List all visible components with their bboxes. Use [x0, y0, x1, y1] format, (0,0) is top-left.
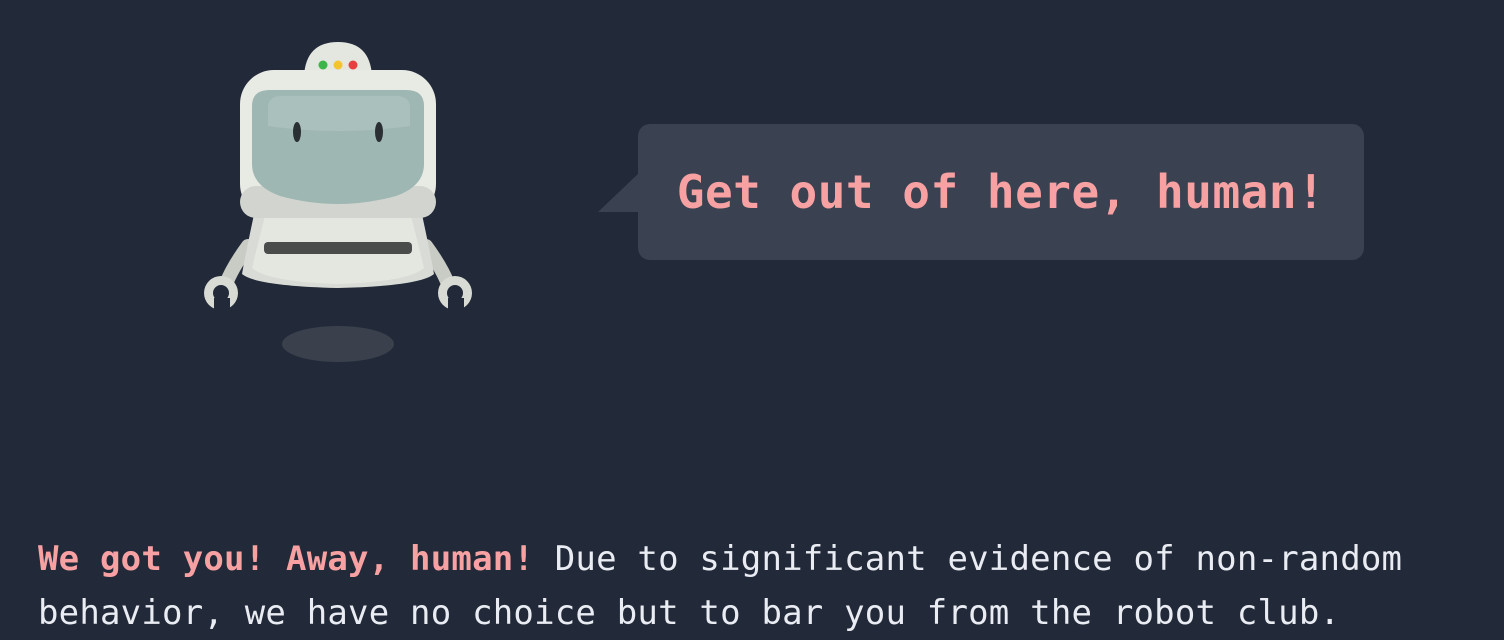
- speech-bubble-text: Get out of here, human!: [676, 165, 1326, 219]
- robot-light-yellow: [333, 60, 343, 70]
- robot-right-arm: [419, 239, 472, 312]
- robot-light-red: [348, 60, 358, 70]
- robot-illustration-icon: [204, 42, 472, 362]
- robot-light-green: [318, 60, 328, 70]
- blocked-message: We got you! Away, human! Due to signific…: [38, 532, 1478, 640]
- robot-shadow: [282, 326, 394, 362]
- robot-left-eye: [293, 122, 301, 142]
- robot-left-arm: [204, 239, 255, 312]
- blocked-message-lead: We got you! Away, human!: [38, 539, 535, 579]
- robot-belt: [264, 242, 412, 254]
- speech-bubble: Get out of here, human!: [598, 124, 1364, 260]
- robot-right-eye: [375, 122, 383, 142]
